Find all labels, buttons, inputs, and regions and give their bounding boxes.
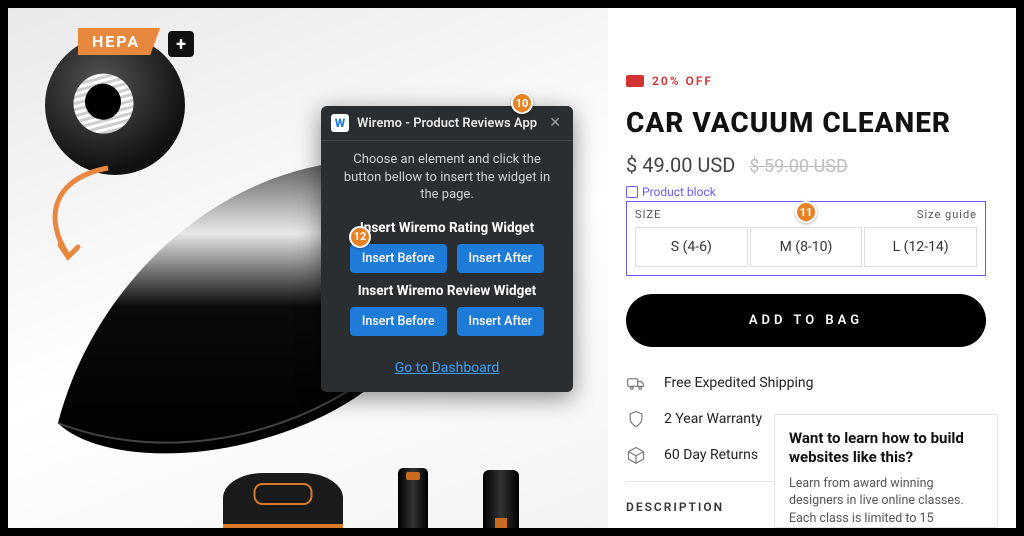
popup-header: W Wiremo - Product Reviews App ✕	[321, 106, 573, 141]
feature-text: Free Expedited Shipping	[664, 375, 814, 391]
popup-title: Wiremo - Product Reviews App	[357, 116, 539, 131]
size-option-s[interactable]: S (4-6)	[635, 227, 748, 267]
truck-icon	[626, 373, 646, 393]
price-current: $ 49.00 USD	[626, 153, 735, 177]
promo-card: Want to learn how to build websites like…	[774, 414, 998, 528]
hepa-filter-icon	[67, 60, 169, 155]
block-icon	[626, 186, 638, 198]
discount-text: 20% OFF	[652, 74, 713, 88]
product-details: 20% OFF CAR VACUUM CLEANER $ 49.00 USD $…	[608, 8, 1016, 528]
size-option-l[interactable]: L (12-14)	[864, 227, 977, 267]
page: HEPA + 20% OFF C	[8, 8, 1016, 528]
review-insert-after-button[interactable]: Insert After	[457, 307, 545, 336]
review-insert-before-button[interactable]: Insert Before	[350, 307, 447, 336]
tag-icon	[626, 75, 644, 87]
dashboard-link[interactable]: Go to Dashboard	[395, 360, 500, 376]
size-guide-link[interactable]: Size guide	[917, 208, 977, 221]
add-to-bag-button[interactable]: ADD TO BAG	[626, 294, 986, 347]
wiremo-logo-icon: W	[331, 114, 349, 132]
annotation-10: 10	[511, 92, 533, 114]
promo-body: Learn from award winning designers in li…	[789, 475, 983, 528]
feature-text: 60 Day Returns	[664, 447, 758, 463]
popup-instruction: Choose an element and click the button b…	[321, 141, 573, 210]
promo-title: Want to learn how to build websites like…	[789, 429, 983, 467]
zoom-plus-icon[interactable]: +	[168, 31, 194, 57]
price-old: $ 59.00 USD	[749, 156, 847, 177]
price-row: $ 49.00 USD $ 59.00 USD	[626, 153, 986, 177]
box-icon	[626, 445, 646, 465]
annotation-12: 12	[349, 226, 371, 248]
size-option-m[interactable]: M (8-10)	[750, 227, 863, 267]
discount-badge: 20% OFF	[626, 74, 986, 88]
accessory-cable	[483, 470, 519, 528]
wiremo-popup: 10 W Wiremo - Product Reviews App ✕ Choo…	[321, 106, 573, 392]
selected-block-wrapper: 11 SIZE Size guide S (4-6) M (8-10) L (1…	[626, 201, 986, 276]
accessory-nozzle	[398, 468, 428, 528]
size-label: SIZE	[635, 208, 661, 221]
rating-insert-after-button[interactable]: Insert After	[457, 244, 545, 273]
feature-text: 2 Year Warranty	[664, 411, 762, 427]
shield-icon	[626, 409, 646, 429]
product-title: CAR VACUUM CLEANER	[626, 106, 986, 139]
feature-shipping: Free Expedited Shipping	[626, 373, 986, 393]
annotation-11: 11	[795, 201, 817, 223]
hepa-badge: HEPA	[78, 28, 160, 55]
selected-block-label: Product block	[626, 185, 986, 199]
accessory-pouch	[223, 473, 343, 528]
size-options: S (4-6) M (8-10) L (12-14)	[635, 227, 977, 267]
close-icon[interactable]: ✕	[547, 115, 563, 131]
section-review: Insert Wiremo Review Widget	[321, 283, 573, 299]
